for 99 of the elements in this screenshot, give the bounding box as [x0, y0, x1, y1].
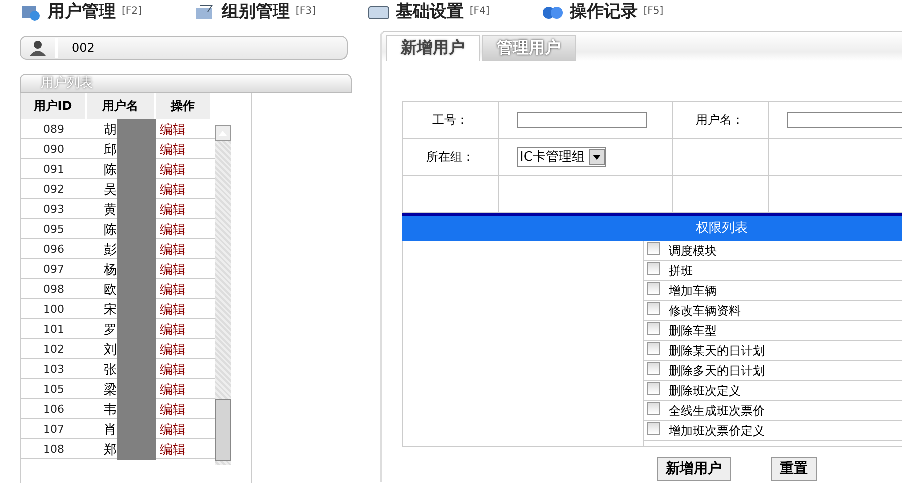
table-cell-text: 108: [42, 443, 66, 456]
table-cell-text: 093: [42, 203, 66, 216]
table-cell-text: 096: [42, 243, 66, 256]
form-button[interactable]: 重置: [771, 457, 817, 481]
nav-icon: [194, 2, 216, 20]
table-cell-text: 陈: [103, 162, 117, 178]
nav-tab[interactable]: 操作记录 [F5]: [542, 0, 664, 23]
column-header: 用户名: [87, 93, 154, 119]
table-cell-text: 098: [42, 283, 66, 296]
nav-tab[interactable]: 组别管理 [F3]: [194, 0, 316, 23]
scrollbar[interactable]: [215, 125, 231, 465]
search-field[interactable]: 002: [20, 36, 348, 60]
table-cell-text: 095: [42, 223, 66, 236]
field-label: 用户名：: [696, 112, 744, 126]
table-cell-text: 陈: [103, 222, 117, 238]
table-cell-text: 韦: [103, 402, 117, 418]
nav-tab[interactable]: 基础设置 [F4]: [368, 0, 490, 23]
redaction-block: [117, 439, 156, 460]
table-cell-text: 103: [42, 363, 66, 376]
form-button[interactable]: 新增用户: [657, 457, 731, 481]
edit-link[interactable]: 编辑: [156, 340, 212, 358]
scroll-thumb[interactable]: [215, 399, 231, 461]
table-cell-text: 郑: [103, 442, 117, 458]
redaction-block: [117, 119, 156, 140]
permission-label: 修改车辆资料: [669, 303, 741, 320]
permission-label: 删除班次定义: [669, 383, 741, 400]
table-cell-text: 胡: [103, 122, 117, 138]
permission-label: 全线生成班次票价: [669, 403, 765, 420]
text-field[interactable]: [517, 112, 647, 128]
checkbox[interactable]: [647, 422, 660, 435]
text-field[interactable]: [786, 112, 902, 128]
table-cell-text: 吴: [103, 182, 117, 198]
edit-link[interactable]: 编辑: [156, 320, 212, 338]
permission-label: 增加班次票价定义: [669, 423, 765, 440]
checkbox[interactable]: [647, 322, 660, 335]
field-label: 工号：: [432, 112, 468, 126]
table-cell-text: 101: [42, 323, 66, 336]
checkbox[interactable]: [647, 282, 660, 295]
table-cell-text: 105: [42, 383, 66, 396]
column-header: 用户ID: [21, 93, 85, 119]
checkbox[interactable]: [647, 342, 660, 355]
table-cell-text: 102: [42, 343, 66, 356]
permission-label: 删除某天的日计划: [669, 343, 765, 360]
checkbox[interactable]: [647, 382, 660, 395]
checkbox[interactable]: [647, 302, 660, 315]
table-cell-text: 106: [42, 403, 66, 416]
edit-link[interactable]: 编辑: [156, 260, 212, 278]
table-cell-text: 梁: [103, 382, 117, 398]
edit-link[interactable]: 编辑: [156, 280, 212, 298]
column-header: 操作: [156, 93, 210, 119]
permission-header: 权限列表: [402, 213, 902, 241]
checkbox[interactable]: [647, 402, 660, 415]
tab[interactable]: 新增用户: [386, 35, 480, 61]
edit-link[interactable]: 编辑: [156, 180, 212, 198]
edit-link[interactable]: 编辑: [156, 120, 212, 138]
dropdown-arrow-icon: [592, 154, 601, 160]
edit-link[interactable]: 编辑: [156, 380, 212, 398]
table-cell-text: 肖: [103, 422, 117, 438]
edit-link[interactable]: 编辑: [156, 420, 212, 438]
table-cell-text: 090: [42, 143, 66, 156]
edit-link[interactable]: 编辑: [156, 440, 212, 458]
table-cell-text: 092: [42, 183, 66, 196]
table-cell-text: 欧: [103, 282, 117, 298]
permission-label: 删除车型: [669, 323, 717, 340]
nav-tab[interactable]: 用户管理 [F2]: [20, 0, 142, 23]
table-cell-text: 刘: [103, 342, 117, 358]
tab[interactable]: 管理用户: [482, 35, 576, 61]
list-title: 用户列表: [20, 74, 352, 93]
edit-link[interactable]: 编辑: [156, 140, 212, 158]
table-cell-text: 100: [42, 303, 66, 316]
edit-link[interactable]: 编辑: [156, 360, 212, 378]
edit-link[interactable]: 编辑: [156, 220, 212, 238]
edit-link[interactable]: 编辑: [156, 200, 212, 218]
table-cell-text: 091: [42, 163, 66, 176]
table-cell-text: 107: [42, 423, 66, 436]
table-cell-text: 罗: [103, 322, 117, 338]
edit-link[interactable]: 编辑: [156, 400, 212, 418]
checkbox[interactable]: [647, 362, 660, 375]
table-cell-text: 097: [42, 263, 66, 276]
permission-label: 增加车辆: [669, 283, 717, 300]
edit-link[interactable]: 编辑: [156, 240, 212, 258]
scroll-up-button[interactable]: [215, 125, 231, 141]
group-select[interactable]: IC卡管理组: [517, 147, 606, 167]
edit-link[interactable]: 编辑: [156, 160, 212, 178]
table-cell-text: 张: [103, 362, 117, 378]
search-input[interactable]: 002: [58, 40, 324, 56]
table-cell-text: 宋: [103, 302, 117, 318]
table-cell-text: 黄: [103, 202, 117, 218]
table-cell-text: 089: [42, 123, 66, 136]
table-cell-text: 杨: [103, 262, 117, 278]
checkbox[interactable]: [647, 242, 660, 255]
checkbox[interactable]: [647, 262, 660, 275]
table-cell-text: 彭: [103, 242, 117, 258]
edit-link[interactable]: 编辑: [156, 300, 212, 318]
permission-label: 拼班: [669, 263, 693, 280]
field-label: 所在组：: [426, 150, 474, 164]
permission-label: 调度模块: [669, 243, 717, 260]
table-cell-text: 邱: [103, 142, 117, 158]
permission-label: 删除多天的日计划: [669, 363, 765, 380]
